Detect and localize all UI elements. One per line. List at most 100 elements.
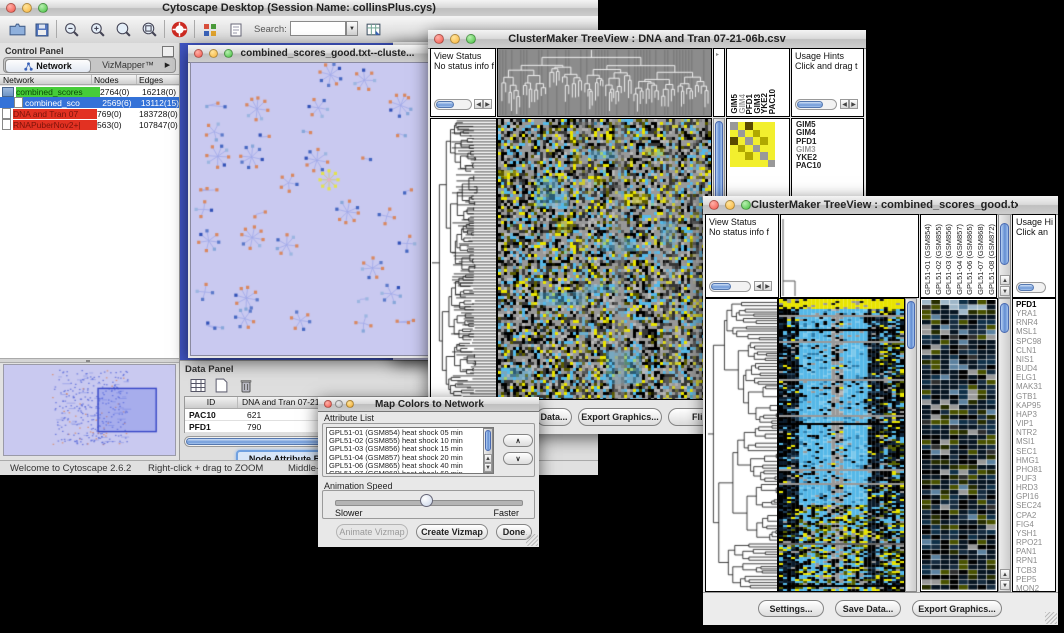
panel-splitter[interactable] — [0, 358, 179, 363]
gene-label[interactable]: FIG4 — [1016, 520, 1042, 529]
scroll-left-icon[interactable]: ◀ — [840, 99, 849, 109]
minimize-button[interactable] — [725, 200, 735, 210]
close-button[interactable] — [434, 34, 444, 44]
scroll-up-icon[interactable]: ▲ — [1000, 275, 1010, 285]
tv2-hints-hscrollbar[interactable] — [1016, 282, 1046, 293]
attribute-select-button[interactable] — [188, 376, 207, 395]
save-button[interactable] — [32, 20, 51, 39]
annotation-button[interactable] — [226, 20, 245, 39]
tv2-heatmap[interactable] — [778, 298, 905, 592]
matrix-cell[interactable] — [768, 130, 776, 138]
gene-label[interactable]: PAC10 — [796, 162, 821, 170]
animate-vizmap-button[interactable]: Animate Vizmap — [336, 524, 408, 540]
global-heatmap-canvas[interactable] — [498, 119, 711, 399]
tv2-submatrix-panel[interactable] — [920, 298, 998, 592]
zoomed-heatmap-canvas[interactable] — [922, 300, 996, 590]
gene-label[interactable]: MSI1 — [1016, 437, 1042, 446]
matrix-cell[interactable] — [738, 145, 746, 153]
matrix-cell[interactable] — [745, 130, 753, 138]
network-table-row[interactable]: RNAPuberNov2+|563(0)107847(0) — [0, 119, 179, 130]
selected-cluster-matrix[interactable] — [730, 122, 775, 167]
matrix-cell[interactable] — [753, 130, 761, 138]
network-table-header[interactable]: Network Nodes Edges — [0, 74, 179, 85]
scroll-down-icon[interactable]: ▼ — [1000, 580, 1010, 590]
tab-network[interactable]: Network — [5, 59, 91, 73]
gene-label[interactable]: PFD1 — [1016, 300, 1042, 309]
matrix-cell[interactable] — [745, 122, 753, 130]
matrix-cell[interactable] — [738, 122, 746, 130]
minimize-button[interactable] — [22, 3, 32, 13]
row-dendrogram-canvas[interactable] — [431, 119, 496, 399]
gene-label[interactable]: PHO81 — [1016, 465, 1042, 474]
tv2-column-dendrogram[interactable] — [780, 214, 919, 298]
matrix-cell[interactable] — [768, 145, 776, 153]
gene-label[interactable]: KAP95 — [1016, 401, 1042, 410]
matrix-cell[interactable] — [738, 160, 746, 168]
help-button[interactable] — [170, 20, 189, 39]
zoom-fit-button[interactable] — [114, 20, 133, 39]
new-attribute-button[interactable] — [212, 376, 231, 395]
resize-grip[interactable] — [1045, 612, 1057, 624]
close-button[interactable] — [194, 49, 203, 58]
matrix-cell[interactable] — [760, 152, 768, 160]
matrix-cell[interactable] — [760, 122, 768, 130]
search-dropdown-button[interactable]: ▼ — [346, 21, 358, 36]
gene-label[interactable]: NTR2 — [1016, 428, 1042, 437]
gene-label[interactable]: MAK31 — [1016, 382, 1042, 391]
close-button[interactable] — [709, 200, 719, 210]
gene-label[interactable]: BUD4 — [1016, 364, 1042, 373]
tv1-titlebar[interactable]: ClusterMaker TreeView : DNA and Tran 07-… — [428, 30, 866, 49]
gene-label[interactable]: CPA2 — [1016, 511, 1042, 520]
matrix-cell[interactable] — [730, 160, 738, 168]
zoom-in-button[interactable] — [88, 20, 107, 39]
gene-label[interactable]: RNR4 — [1016, 318, 1042, 327]
gene-label[interactable]: RPN1 — [1016, 556, 1042, 565]
attribute-item[interactable]: GPL51-07 (GSM868) heat shock 60 min — [329, 470, 491, 474]
scroll-left-icon[interactable]: ◀ — [474, 99, 483, 109]
gene-label[interactable]: HRD3 — [1016, 483, 1042, 492]
zoom-button[interactable] — [224, 49, 233, 58]
gene-label[interactable]: NIS1 — [1016, 355, 1042, 364]
gene-label[interactable]: SPC98 — [1016, 337, 1042, 346]
matrix-cell[interactable] — [745, 137, 753, 145]
scroll-up-icon[interactable]: ▲ — [484, 454, 492, 463]
tv1-status-hscrollbar[interactable] — [434, 99, 472, 110]
zoom-button[interactable] — [741, 200, 751, 210]
scroll-right-icon[interactable]: ▶ — [763, 281, 772, 291]
gene-label[interactable]: ELG1 — [1016, 373, 1042, 382]
close-button[interactable] — [324, 400, 332, 408]
tv2-status-hscrollbar[interactable] — [709, 281, 751, 292]
gene-label[interactable]: GTB1 — [1016, 392, 1042, 401]
matrix-cell[interactable] — [738, 152, 746, 160]
resize-grip[interactable] — [526, 534, 538, 546]
move-down-button[interactable]: ∨ — [503, 452, 533, 465]
gene-label[interactable]: RPO21 — [1016, 538, 1042, 547]
matrix-cell[interactable] — [730, 152, 738, 160]
gene-label[interactable]: YRA1 — [1016, 309, 1042, 318]
tv2-titlebar[interactable]: ClusterMaker TreeView : combined_scores_… — [703, 196, 1058, 215]
delete-attribute-button[interactable] — [236, 376, 255, 395]
zoom-button[interactable] — [346, 400, 354, 408]
gene-label[interactable]: SEC1 — [1016, 447, 1042, 456]
column-dendrogram-canvas[interactable] — [781, 215, 918, 297]
matrix-cell[interactable] — [768, 160, 776, 168]
attribute-list-vscrollbar[interactable]: ▲ ▼ — [483, 428, 493, 473]
export-graphics-button[interactable]: Export Graphics... — [578, 408, 662, 426]
column-dendrogram-canvas[interactable] — [498, 49, 711, 116]
main-titlebar[interactable]: Cytoscape Desktop (Session Name: collins… — [0, 0, 598, 17]
tab-vizmapper[interactable]: VizMapper™ — [92, 59, 164, 71]
matrix-cell[interactable] — [730, 122, 738, 130]
nv1-network-canvas-area[interactable] — [190, 62, 430, 356]
speed-slider-thumb[interactable] — [420, 494, 433, 507]
matrix-cell[interactable] — [753, 137, 761, 145]
float-panel-icon[interactable] — [162, 46, 174, 57]
network-overview[interactable] — [3, 364, 176, 456]
zoom-out-button[interactable] — [62, 20, 81, 39]
matrix-cell[interactable] — [745, 145, 753, 153]
tv2-heatmap-vscrollbar[interactable] — [905, 298, 917, 592]
scroll-up-icon[interactable]: ▲ — [1000, 569, 1010, 579]
import-table-button[interactable] — [364, 20, 383, 39]
network-table-row[interactable]: DNA and Tran 07769(0)183728(0) — [0, 108, 179, 119]
row-dendrogram-canvas[interactable] — [706, 299, 777, 591]
matrix-cell[interactable] — [753, 160, 761, 168]
